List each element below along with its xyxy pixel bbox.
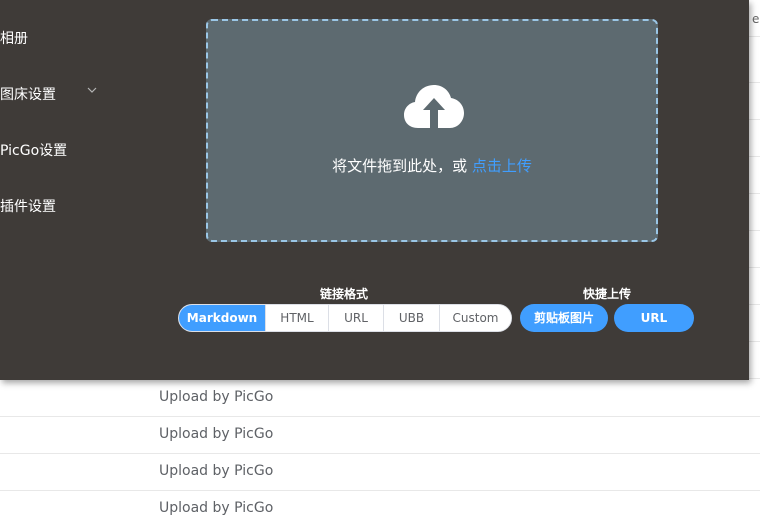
row-description: Upload by PicGo (159, 426, 274, 442)
quick-upload-label: 快捷上传 (583, 287, 632, 301)
link-format-url[interactable]: URL (328, 305, 383, 331)
cloud-upload-icon (404, 85, 464, 128)
table-row[interactable]: Upload by PicGo (0, 380, 760, 417)
sidebar-item-plugin-settings[interactable]: 插件设置 (0, 196, 56, 216)
screen: ea Upload by PicGo Upload by PicGo Uploa… (0, 0, 760, 524)
drop-text: 将文件拖到此处，或 (332, 157, 468, 175)
chevron-down-icon[interactable] (87, 86, 97, 94)
link-format-label: 链接格式 (320, 287, 369, 301)
row-description: Upload by PicGo (159, 500, 274, 516)
clipboard-upload-button[interactable]: 剪贴板图片 (520, 304, 608, 332)
table-row[interactable]: Upload by PicGo (0, 491, 760, 524)
click-upload-link[interactable]: 点击上传 (472, 157, 532, 175)
row-description: Upload by PicGo (159, 463, 274, 479)
picgo-window: 相册 图床设置 PicGo设置 插件设置 将文件拖到此处，或 点击上传 链接格式… (0, 0, 749, 380)
table-row[interactable]: Upload by PicGo (0, 454, 760, 491)
table-row[interactable]: Upload by PicGo (0, 417, 760, 454)
upload-dropzone[interactable]: 将文件拖到此处，或 点击上传 (206, 19, 658, 242)
sidebar-item-picgo-settings[interactable]: PicGo设置 (0, 140, 67, 160)
row-description: Upload by PicGo (159, 389, 274, 405)
link-format-selector: Markdown HTML URL UBB Custom (178, 304, 512, 332)
link-format-html[interactable]: HTML (265, 305, 328, 331)
sidebar-item-gallery[interactable]: 相册 (0, 28, 28, 48)
dropzone-instructions: 将文件拖到此处，或 点击上传 (208, 155, 656, 176)
url-upload-button[interactable]: URL (614, 304, 694, 332)
link-format-markdown[interactable]: Markdown (179, 305, 265, 331)
sidebar-item-picbed-settings[interactable]: 图床设置 (0, 84, 56, 104)
link-format-ubb[interactable]: UBB (383, 305, 439, 331)
link-format-custom[interactable]: Custom (439, 305, 511, 331)
